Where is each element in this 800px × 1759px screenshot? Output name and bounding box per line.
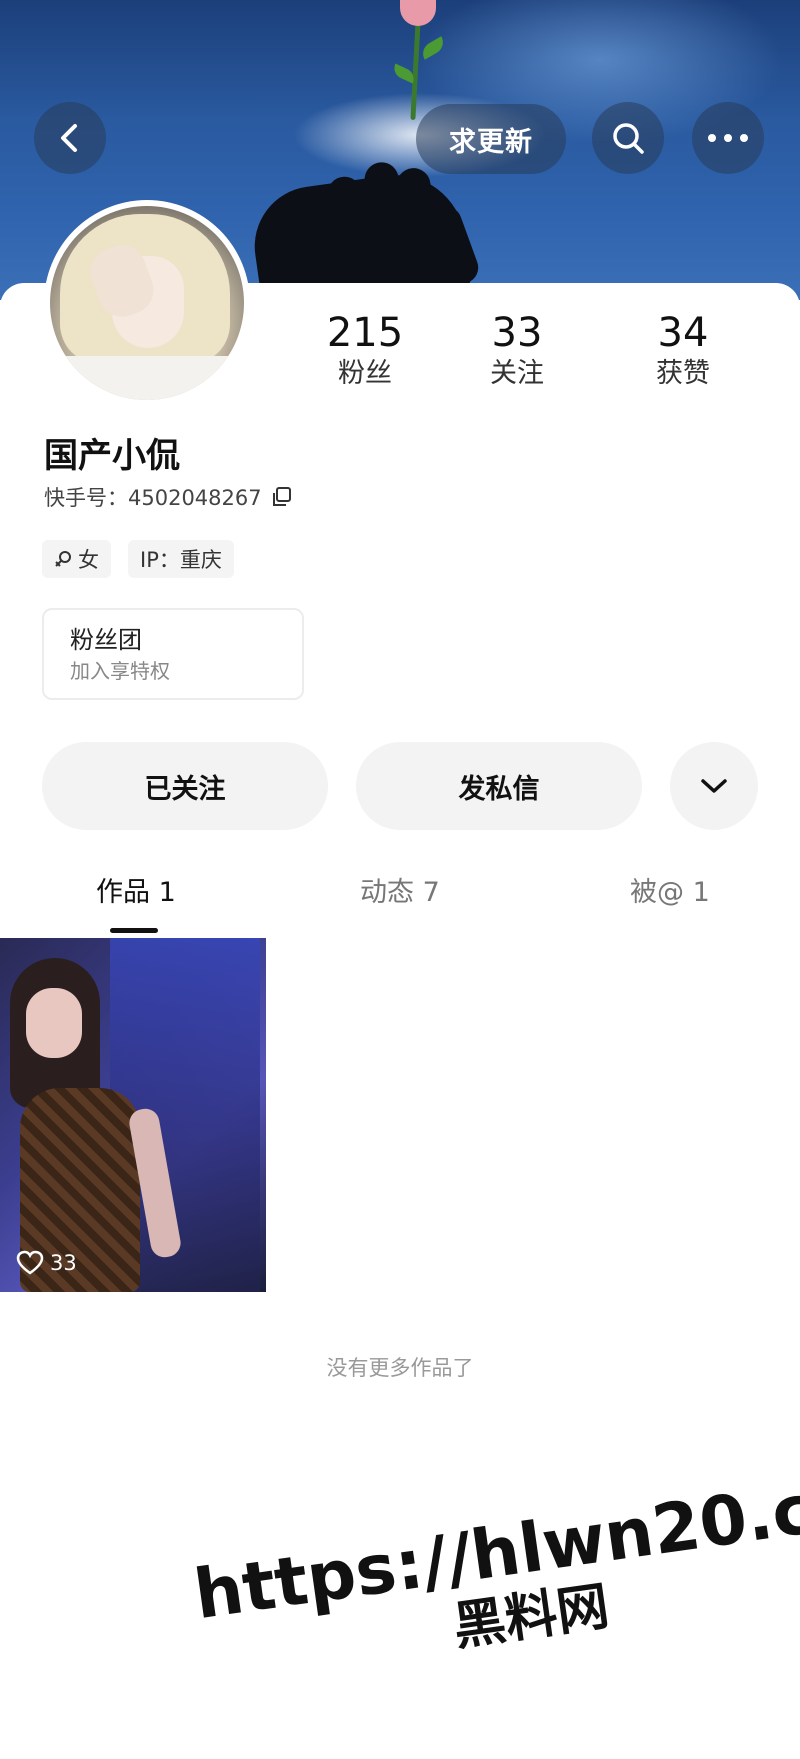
copy-icon[interactable] bbox=[270, 486, 292, 508]
more-button[interactable] bbox=[692, 102, 764, 174]
ip-tag: IP：重庆 bbox=[128, 540, 234, 578]
chevron-down-icon bbox=[701, 779, 727, 793]
work-likes-count: 33 bbox=[50, 1251, 77, 1275]
more-icon bbox=[708, 134, 748, 142]
fan-club-title: 粉丝团 bbox=[70, 626, 142, 654]
stat-following[interactable]: 33 关注 bbox=[452, 310, 582, 400]
ip-label: IP：重庆 bbox=[140, 548, 222, 572]
banner-rose bbox=[400, 0, 436, 26]
stat-value: 215 bbox=[326, 310, 404, 356]
banner-leaf bbox=[418, 36, 448, 60]
gender-label: 女 bbox=[78, 548, 99, 572]
work-likes: 33 bbox=[16, 1250, 77, 1276]
kuaishou-id: 快手号：4502048267 bbox=[44, 486, 262, 510]
followed-button[interactable]: 已关注 bbox=[42, 742, 328, 830]
avatar-image bbox=[50, 206, 244, 400]
fan-club-subtitle: 加入享特权 bbox=[70, 659, 170, 683]
profile-name: 国产小侃 bbox=[44, 436, 180, 476]
stat-label: 关注 bbox=[490, 358, 544, 389]
work-thumbnail[interactable]: 33 bbox=[0, 938, 266, 1292]
kuaishou-id-row: 快手号：4502048267 bbox=[44, 482, 292, 512]
stat-value: 34 bbox=[657, 310, 709, 356]
tab-works[interactable]: 作品 1 bbox=[96, 870, 176, 909]
gender-tag: 女 bbox=[42, 540, 111, 578]
tab-mentioned[interactable]: 被@ 1 bbox=[630, 870, 710, 909]
fan-club-card[interactable]: 粉丝团 加入享特权 bbox=[42, 608, 304, 700]
search-icon bbox=[613, 123, 644, 154]
female-icon bbox=[55, 551, 71, 567]
stat-label: 粉丝 bbox=[338, 358, 392, 389]
expand-button[interactable] bbox=[670, 742, 758, 830]
heart-icon bbox=[16, 1250, 44, 1275]
stat-likes[interactable]: 34 获赞 bbox=[618, 310, 748, 400]
back-button[interactable] bbox=[34, 102, 106, 174]
chevron-left-icon bbox=[61, 124, 77, 152]
tab-active-indicator bbox=[110, 928, 158, 933]
avatar[interactable] bbox=[44, 200, 250, 406]
tab-moments[interactable]: 动态 7 bbox=[360, 870, 440, 909]
stat-value: 33 bbox=[491, 310, 543, 356]
stat-label: 获赞 bbox=[656, 358, 710, 389]
banner-rose-stem bbox=[410, 19, 421, 121]
message-button[interactable]: 发私信 bbox=[356, 742, 642, 830]
request-update-button[interactable]: 求更新 bbox=[416, 104, 566, 174]
no-more-works: 没有更多作品了 bbox=[326, 1356, 474, 1380]
search-button[interactable] bbox=[592, 102, 664, 174]
stat-followers[interactable]: 215 粉丝 bbox=[300, 310, 430, 400]
